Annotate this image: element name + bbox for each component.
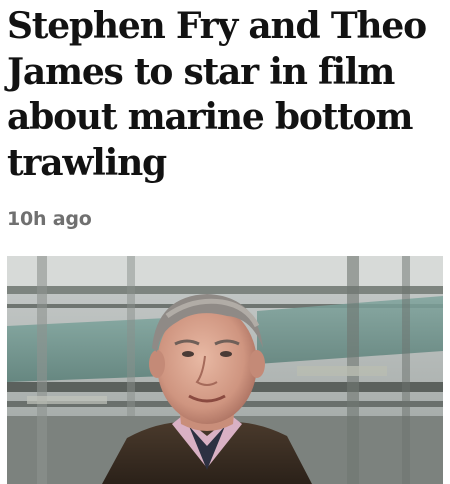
article-card[interactable]: Stephen Fry and Theo James to star in fi… (0, 0, 450, 484)
article-photo[interactable] (7, 256, 443, 484)
article-headline[interactable]: Stephen Fry and Theo James to star in fi… (7, 4, 443, 186)
portrait-photo-icon (7, 256, 443, 484)
article-age: 10h ago (7, 208, 92, 230)
